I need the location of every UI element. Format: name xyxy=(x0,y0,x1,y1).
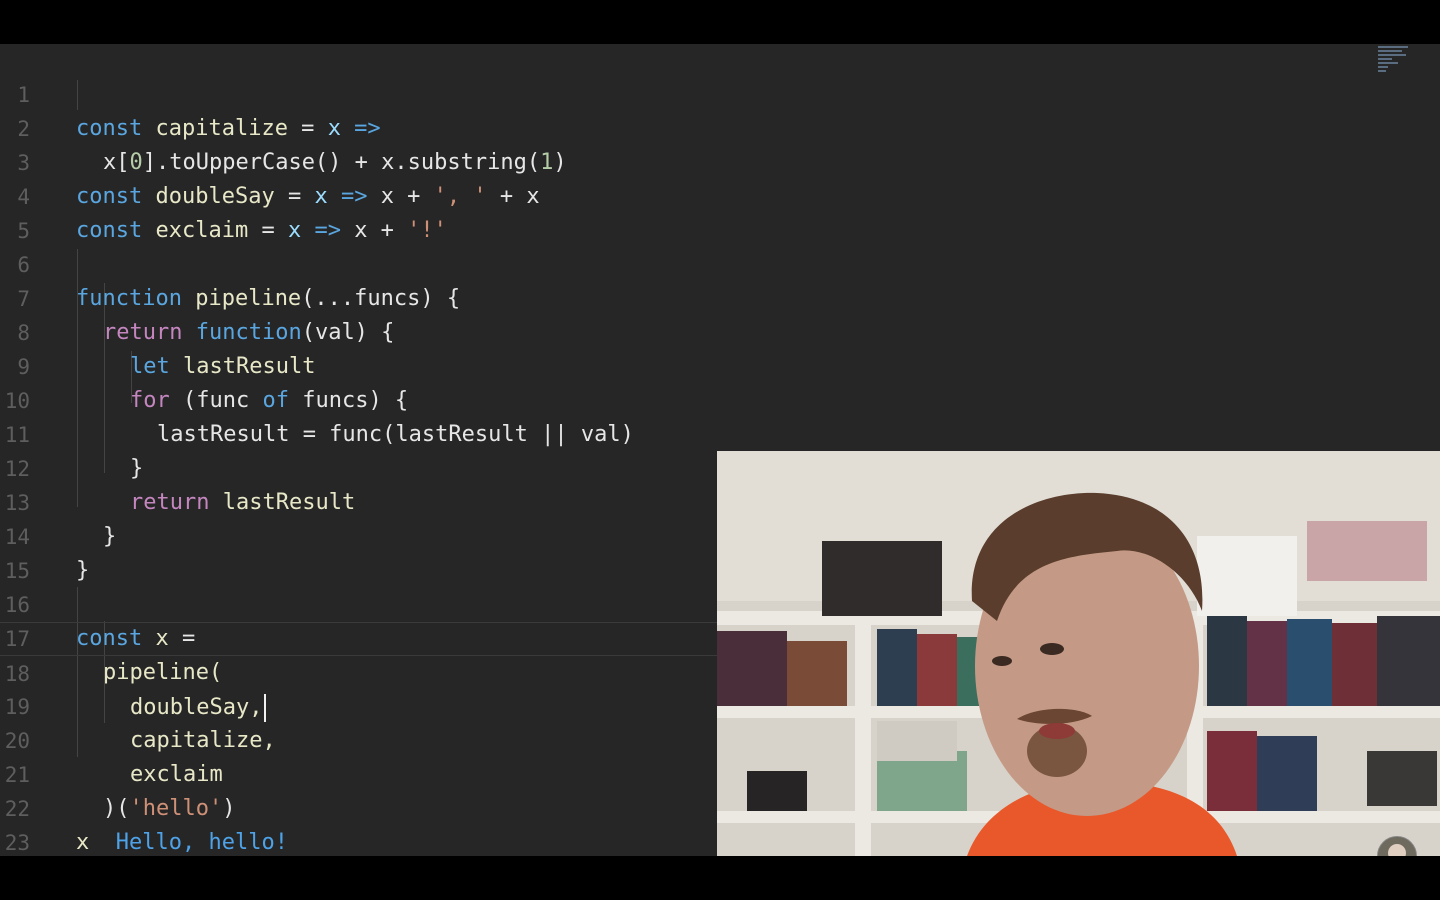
code-line[interactable]: 8 let lastResult xyxy=(0,282,1440,379)
webcam-overlay xyxy=(717,451,1440,856)
code-line[interactable]: 3 const doubleSay = x => x + ', ' + x xyxy=(0,112,1440,209)
code-line[interactable]: 11 } xyxy=(0,384,1440,481)
webcam-image xyxy=(717,451,1440,856)
identifier: x xyxy=(76,830,90,855)
inline-result: Hello, hello! xyxy=(115,830,288,855)
letterbox-top xyxy=(0,0,1440,44)
code-line[interactable]: 10 lastResult = func(lastResult || val) xyxy=(0,350,1440,447)
code-line[interactable]: 1 const capitalize = x => xyxy=(0,44,1440,141)
code-line[interactable]: 5 xyxy=(0,180,1440,243)
line-number: 23 xyxy=(4,831,30,855)
code-line[interactable]: 9 for (func of funcs) { xyxy=(0,316,1440,413)
letterbox-bottom xyxy=(0,856,1440,900)
code-line[interactable]: 6 function pipeline(...funcs) { xyxy=(0,214,1440,311)
code-line[interactable]: 12 return lastResult xyxy=(0,418,1440,515)
code-line[interactable]: 2 x[0].toUpperCase() + x.substring(1) xyxy=(0,78,1440,175)
code-line[interactable]: 4 const exclaim = x => x + '!' xyxy=(0,146,1440,243)
code-line[interactable]: 7 return function(val) { xyxy=(0,248,1440,345)
